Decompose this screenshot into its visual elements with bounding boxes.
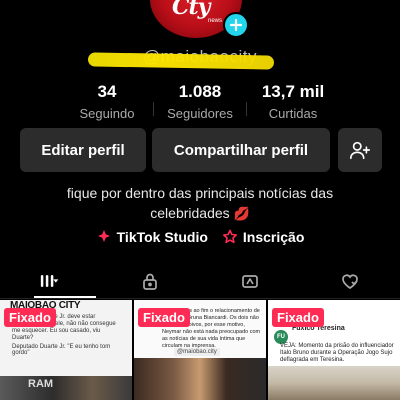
stat-followers-count: 1.088 xyxy=(178,82,222,101)
lips-emoji-icon: 💋 xyxy=(233,206,250,221)
studio-icon xyxy=(97,230,110,242)
stat-following-count: 34 xyxy=(97,82,117,101)
add-story-button[interactable] xyxy=(223,12,249,38)
tiktok-studio-link[interactable]: TikTok Studio xyxy=(96,229,208,245)
tab-liked[interactable] xyxy=(300,264,400,298)
tab-reposts[interactable] xyxy=(200,264,300,298)
video-photo xyxy=(134,358,266,400)
video-caption: VEJA: Momento da prisão do influenciador… xyxy=(280,343,394,363)
stat-following[interactable]: 34 Seguindo xyxy=(61,82,153,121)
subscription-label: Inscrição xyxy=(242,229,305,245)
stat-likes[interactable]: 13,7 mil Curtidas xyxy=(247,82,339,121)
stat-followers-label: Seguidores xyxy=(167,106,233,121)
avatar-logo-subtext: news xyxy=(208,18,223,24)
profile-stats: 34 Seguindo 1.088 Seguidores 13,7 mil Cu… xyxy=(0,82,400,121)
video-thumbnail[interactable]: MAIOBAO CITY Fixado Deputado Duarte Jr. … xyxy=(0,300,132,400)
avatar-logo-text: Cty xyxy=(172,0,210,20)
stat-followers[interactable]: 1.088 Seguidores xyxy=(154,82,246,121)
grid-icon xyxy=(40,275,59,287)
plus-icon xyxy=(230,19,242,31)
tiktok-studio-label: TikTok Studio xyxy=(116,229,208,245)
profile-tabs xyxy=(0,264,400,298)
pinned-badge: Fixado xyxy=(272,308,324,327)
tab-videos[interactable] xyxy=(0,264,100,298)
profile-actions: Editar perfil Compartilhar perfil xyxy=(20,128,382,172)
liked-heart-icon xyxy=(342,274,358,289)
video-handle-tag: @maiobao.city xyxy=(174,348,220,356)
add-user-icon xyxy=(350,141,370,160)
profile-bio: fique por dentro das principais notícias… xyxy=(30,183,370,224)
lock-icon xyxy=(143,273,157,290)
pinned-badge: Fixado xyxy=(138,308,190,327)
bio-text: fique por dentro das principais notícias… xyxy=(66,185,334,221)
video-thumbnail[interactable]: Fixado Yuri Chagas ao fim o relacionamen… xyxy=(134,300,266,400)
source-logo: FU xyxy=(274,330,288,344)
tabs-divider xyxy=(0,298,400,299)
stat-likes-count: 13,7 mil xyxy=(261,82,325,101)
video-photo-text: RAM xyxy=(28,378,54,390)
video-photo xyxy=(0,376,132,400)
pinned-badge: Fixado xyxy=(4,308,56,327)
repost-icon xyxy=(242,275,258,288)
video-photo xyxy=(268,366,400,400)
subscription-link[interactable]: Inscrição xyxy=(222,229,304,245)
edit-profile-button[interactable]: Editar perfil xyxy=(20,128,146,172)
tab-private[interactable] xyxy=(100,264,200,298)
add-friends-button[interactable] xyxy=(338,128,382,172)
subscription-star-icon xyxy=(222,229,237,244)
video-thumbnail[interactable]: Fixado FU Fuxico Teresina VEJA: Momento … xyxy=(268,300,400,400)
video-caption-secondary: Deputado Duarte Jr. "E eu tenho tom gord… xyxy=(12,344,111,356)
profile-avatar-wrapper: Cty news xyxy=(150,0,250,40)
stat-likes-label: Curtidas xyxy=(268,106,318,121)
stat-following-label: Seguindo xyxy=(79,106,135,121)
profile-links: TikTok Studio Inscrição xyxy=(0,229,400,245)
video-grid: MAIOBAO CITY Fixado Deputado Duarte Jr. … xyxy=(0,300,400,400)
share-profile-button[interactable]: Compartilhar perfil xyxy=(152,128,330,172)
